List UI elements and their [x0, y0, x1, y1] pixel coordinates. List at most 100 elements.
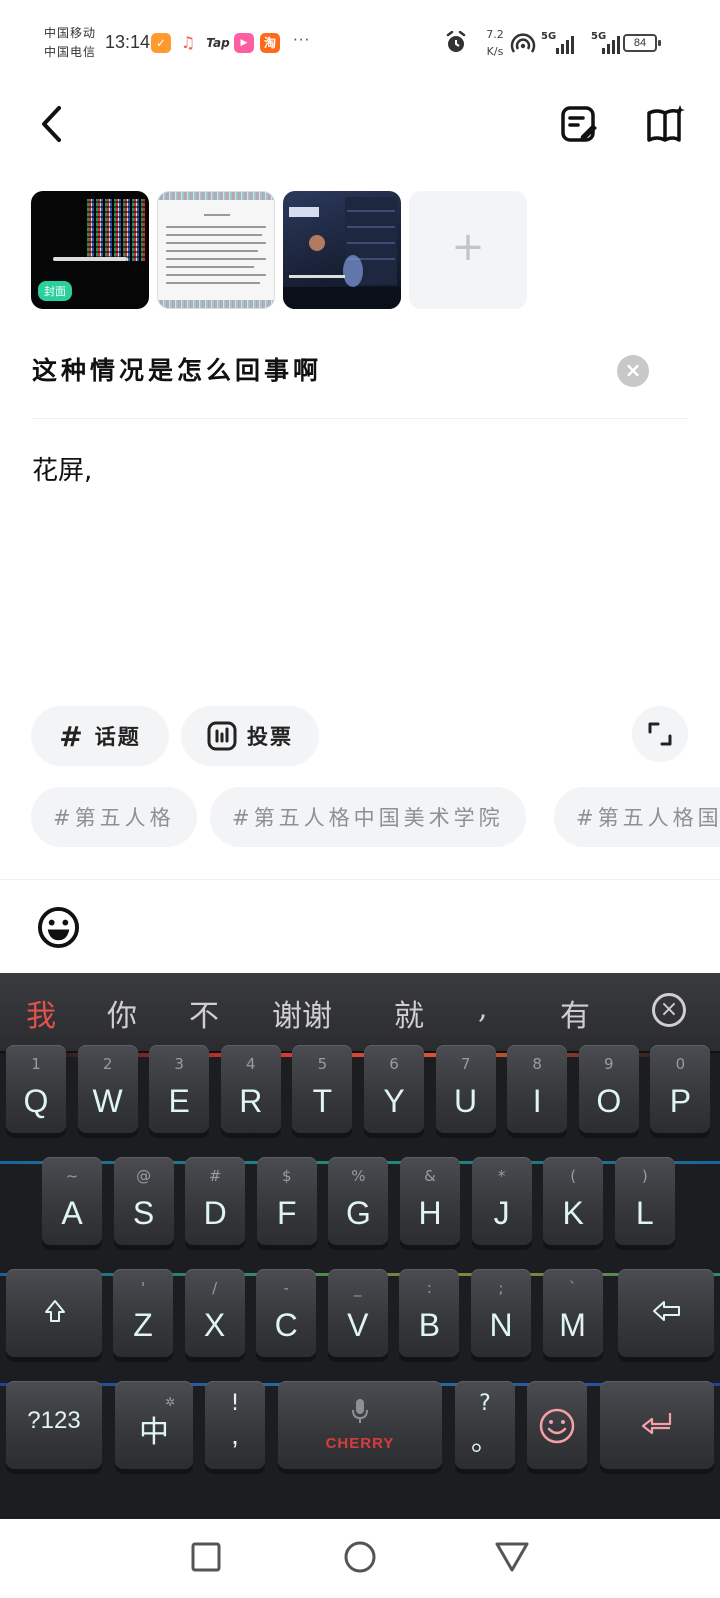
- key-g[interactable]: % G: [328, 1157, 389, 1245]
- doc-line: [204, 214, 230, 216]
- key-a[interactable]: ~ A: [42, 1157, 102, 1245]
- topic-label: 话题: [94, 725, 141, 749]
- signal-2-bars-icon: [602, 34, 620, 54]
- key-sub-label: /: [212, 1279, 218, 1297]
- key-u[interactable]: 7U: [435, 1045, 496, 1133]
- close-candidates-button[interactable]: ×: [652, 993, 686, 1027]
- enter-key[interactable]: [600, 1381, 714, 1469]
- key-main-label: R: [239, 1083, 263, 1119]
- key-t[interactable]: 5T: [292, 1045, 353, 1133]
- key-n[interactable]: ; N: [471, 1269, 531, 1357]
- chevron-left-icon: [42, 106, 61, 142]
- emoji-icon[interactable]: [37, 906, 80, 949]
- key-main-label: I: [532, 1083, 542, 1119]
- language-key-label: 中: [139, 1416, 169, 1449]
- key-main-label: B: [418, 1307, 441, 1343]
- comma-key[interactable]: ! ,: [205, 1381, 265, 1469]
- key-h[interactable]: & H: [400, 1157, 460, 1245]
- key-l[interactable]: ) L: [614, 1157, 675, 1245]
- key-sub-label: 4: [246, 1055, 256, 1073]
- back-triangle-icon[interactable]: [494, 1541, 530, 1573]
- key-f[interactable]: $ F: [256, 1157, 317, 1245]
- key-v[interactable]: _ V: [327, 1269, 388, 1357]
- key-y[interactable]: 6Y: [364, 1045, 424, 1133]
- language-key[interactable]: 中 ✲: [115, 1381, 193, 1469]
- key-z[interactable]: ' Z: [113, 1269, 173, 1357]
- guide-button[interactable]: [642, 100, 690, 148]
- key-main-label: U: [454, 1083, 478, 1119]
- period-key[interactable]: ? 。: [455, 1381, 515, 1469]
- key-main-label: X: [203, 1307, 226, 1343]
- candidate-word[interactable]: 就: [394, 991, 424, 1035]
- enter-arrow-icon: [641, 1413, 672, 1435]
- key-sub-label: &: [424, 1167, 436, 1185]
- shift-arrow-icon: [45, 1300, 65, 1322]
- back-button[interactable]: [30, 100, 74, 148]
- image-thumbnail-3[interactable]: [283, 191, 401, 309]
- image-thumbnail-2[interactable]: [157, 191, 275, 309]
- numbers-key[interactable]: ?123: [6, 1381, 102, 1469]
- key-m[interactable]: ` M: [542, 1269, 603, 1357]
- candidate-word[interactable]: 你: [107, 991, 137, 1035]
- key-j[interactable]: * J: [471, 1157, 532, 1245]
- candidate-word[interactable]: 不: [189, 991, 219, 1035]
- key-main-label: H: [418, 1195, 442, 1231]
- suggested-tag[interactable]: #第五人格国: [554, 787, 720, 847]
- music-icon: ♫: [180, 33, 196, 52]
- key-k[interactable]: (K: [543, 1157, 604, 1245]
- candidate-word[interactable]: 我: [26, 991, 56, 1035]
- glitch-strip-top: [158, 192, 274, 200]
- key-sub-label: $: [282, 1167, 292, 1185]
- backspace-key[interactable]: [618, 1269, 714, 1357]
- topic-button[interactable]: # 话题: [31, 706, 169, 766]
- recent-apps-icon[interactable]: [190, 1541, 222, 1573]
- candidate-word[interactable]: 有: [560, 991, 590, 1035]
- key-main-label: Z: [133, 1307, 153, 1343]
- candidate-word[interactable]: ,: [478, 991, 488, 1026]
- space-key[interactable]: CHERRY: [278, 1381, 442, 1469]
- key-sub-label: 9: [604, 1055, 614, 1073]
- carrier-1: 中国移动: [44, 26, 97, 40]
- book-sparkle-icon: [647, 105, 685, 142]
- key-c[interactable]: -C: [256, 1269, 317, 1357]
- net-speed: 7.2 K/s: [480, 26, 510, 60]
- key-sub-label: 8: [532, 1055, 542, 1073]
- key-p[interactable]: 0P: [650, 1045, 711, 1133]
- candidate-word[interactable]: 谢谢: [272, 991, 332, 1035]
- post-title-input[interactable]: 这种情况是怎么回事啊: [32, 351, 322, 387]
- suggested-tag[interactable]: #第五人格: [31, 787, 197, 847]
- key-d[interactable]: # D: [185, 1157, 246, 1245]
- key-r[interactable]: 4R: [220, 1045, 281, 1133]
- add-image-button[interactable]: +: [409, 191, 527, 309]
- key-q[interactable]: 1Q: [6, 1045, 66, 1133]
- key-sub-label: _: [354, 1279, 362, 1297]
- key-w[interactable]: 2W: [77, 1045, 138, 1133]
- key-main-label: D: [203, 1195, 227, 1231]
- key-o[interactable]: 9O: [578, 1045, 639, 1133]
- key-main-label: K: [562, 1195, 584, 1231]
- vote-label: 投票: [247, 725, 293, 749]
- expand-editor-button[interactable]: [632, 706, 688, 762]
- emoji-key[interactable]: [527, 1381, 587, 1469]
- key-main-label: O: [596, 1083, 622, 1119]
- shift-key[interactable]: [6, 1269, 102, 1357]
- net-speed-unit: K/s: [486, 45, 504, 58]
- key-e[interactable]: 3E: [149, 1045, 210, 1133]
- vote-button[interactable]: 投票: [181, 706, 319, 766]
- post-body-input[interactable]: 花屏,: [32, 450, 92, 487]
- home-icon[interactable]: [343, 1540, 377, 1574]
- suggested-tag[interactable]: #第五人格中国美术学院: [210, 787, 526, 847]
- clear-title-button[interactable]: ×: [617, 355, 649, 387]
- doc-line: [166, 274, 266, 276]
- key-sub-label: 7: [460, 1055, 471, 1073]
- drafts-button[interactable]: [555, 100, 603, 148]
- key-s[interactable]: @ S: [113, 1157, 174, 1245]
- key-i[interactable]: 8I: [507, 1045, 568, 1133]
- key-b[interactable]: :B: [399, 1269, 460, 1357]
- key-x[interactable]: / X: [184, 1269, 245, 1357]
- key-main-label: M: [559, 1307, 586, 1343]
- key-sub-label: `: [568, 1279, 577, 1297]
- image-thumbnail-1[interactable]: 封面: [31, 191, 149, 309]
- key-main-label: Q: [23, 1083, 49, 1119]
- key-sub-label: -: [283, 1279, 289, 1297]
